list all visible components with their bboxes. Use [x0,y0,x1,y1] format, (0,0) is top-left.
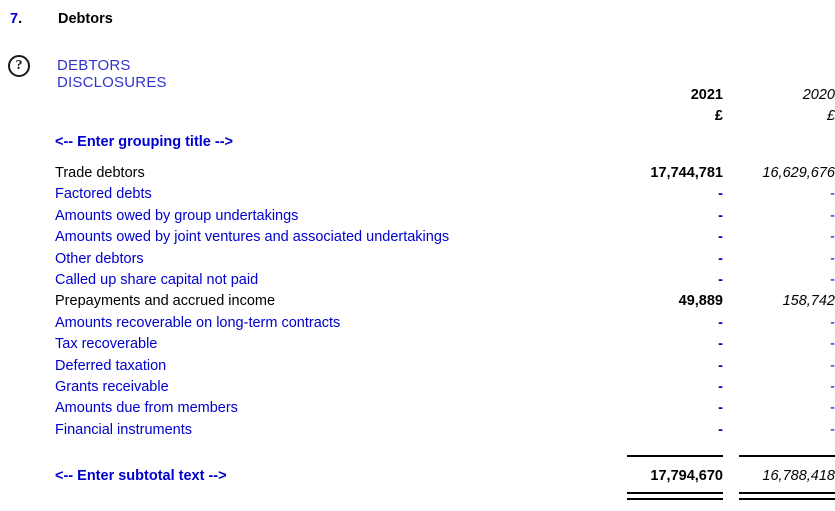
row-value-prior[interactable]: - [739,358,835,374]
row-label: Prepayments and accrued income [55,293,276,310]
row-value-current[interactable]: - [627,272,723,288]
section-number: 7. [10,11,58,27]
table-row: Tax recoverable - - [0,336,835,357]
table-row: Other debtors - - [0,251,835,272]
row-value-current[interactable]: - [627,336,723,352]
table-row: Amounts due from members - - [0,400,835,421]
section-title: Debtors [58,11,113,27]
row-value-current[interactable]: - [627,251,723,267]
table-row: Deferred taxation - - [0,358,835,379]
row-value-current[interactable]: - [627,379,723,395]
subtotal-rule-top-prior [739,455,835,457]
subtotal-rule-bottom-prior [739,492,835,500]
grouping-title-input[interactable]: <-- Enter grouping title --> [55,134,233,150]
column-header-current-year: 2021 [690,87,723,103]
row-value-current[interactable]: - [627,208,723,224]
row-value-current[interactable]: - [627,315,723,331]
section-heading: 7. Debtors [10,11,113,27]
row-value-prior[interactable]: - [739,315,835,331]
row-value-prior[interactable]: - [739,422,835,438]
question-mark-circle-icon[interactable]: ? [8,55,30,77]
row-value-prior[interactable]: - [739,272,835,288]
table-row: Prepayments and accrued income 49,889 158,… [0,293,835,314]
subtotal-value-prior: 16,788,418 [762,468,835,484]
row-value-current[interactable]: - [627,422,723,438]
row-value-prior[interactable]: - [739,208,835,224]
subtotal-rule-bottom-current [627,492,723,500]
row-value-prior[interactable]: - [739,336,835,352]
subtotal-rule-top-current [627,455,723,457]
row-value-prior: 16,629,676 [762,165,835,181]
row-label[interactable]: Amounts recoverable on long-term contrac… [55,315,340,331]
table-row: Trade debtors 17,744,781 16,629,676 [0,165,835,186]
row-value-current[interactable]: - [627,400,723,416]
row-value-current[interactable]: - [627,186,723,202]
row-value-prior[interactable]: - [739,400,835,416]
table-row: Grants receivable - - [0,379,835,400]
debtors-rows: Trade debtors 17,744,781 16,629,676 Factore… [0,165,835,443]
row-value-prior[interactable]: - [739,251,835,267]
table-row: Amounts recoverable on long-term contrac… [0,315,835,336]
subtotal-text-input[interactable]: <-- Enter subtotal text --> [55,468,227,484]
column-header-current-unit: £ [714,108,723,124]
row-label: Trade debtors [55,165,145,181]
section-number-dot: . [18,11,23,27]
table-row: Amounts owed by group undertakings - - [0,208,835,229]
row-value-prior[interactable]: - [739,229,835,245]
row-label[interactable]: Deferred taxation [55,358,166,374]
row-label[interactable]: Tax recoverable [55,336,157,352]
subtotal-row: <-- Enter subtotal text --> 17,794,670 1… [0,468,835,492]
disclosures-label[interactable]: DEBTORS DISCLOSURES [57,57,167,91]
table-row: Called up share capital not paid - - [0,272,835,293]
row-label[interactable]: Financial instruments [55,422,192,438]
row-label[interactable]: Called up share capital not paid [55,272,258,288]
row-value-prior[interactable]: - [739,379,835,395]
subtotal-value-current: 17,794,670 [650,468,723,484]
column-header-prior-year: 2020 [802,87,835,103]
table-row: Amounts owed by joint ventures and assoc… [0,229,835,250]
row-label[interactable]: Amounts due from members [55,400,238,416]
section-number-value: 7 [10,11,19,27]
column-header-prior-unit: £ [826,108,835,124]
row-label[interactable]: Factored debts [55,186,152,202]
row-label[interactable]: Other debtors [55,251,144,267]
row-value-prior: 158,742 [782,293,835,310]
table-row: Financial instruments - - [0,422,835,443]
table-row: Factored debts - - [0,186,835,207]
row-value-current[interactable]: - [627,358,723,374]
row-label[interactable]: Grants receivable [55,379,169,395]
row-value-current[interactable]: - [627,229,723,245]
row-value-prior[interactable]: - [739,186,835,202]
row-value-current: 49,889 [678,293,723,310]
row-value-current: 17,744,781 [650,165,723,181]
row-label[interactable]: Amounts owed by group undertakings [55,208,298,224]
row-label[interactable]: Amounts owed by joint ventures and assoc… [55,229,449,245]
